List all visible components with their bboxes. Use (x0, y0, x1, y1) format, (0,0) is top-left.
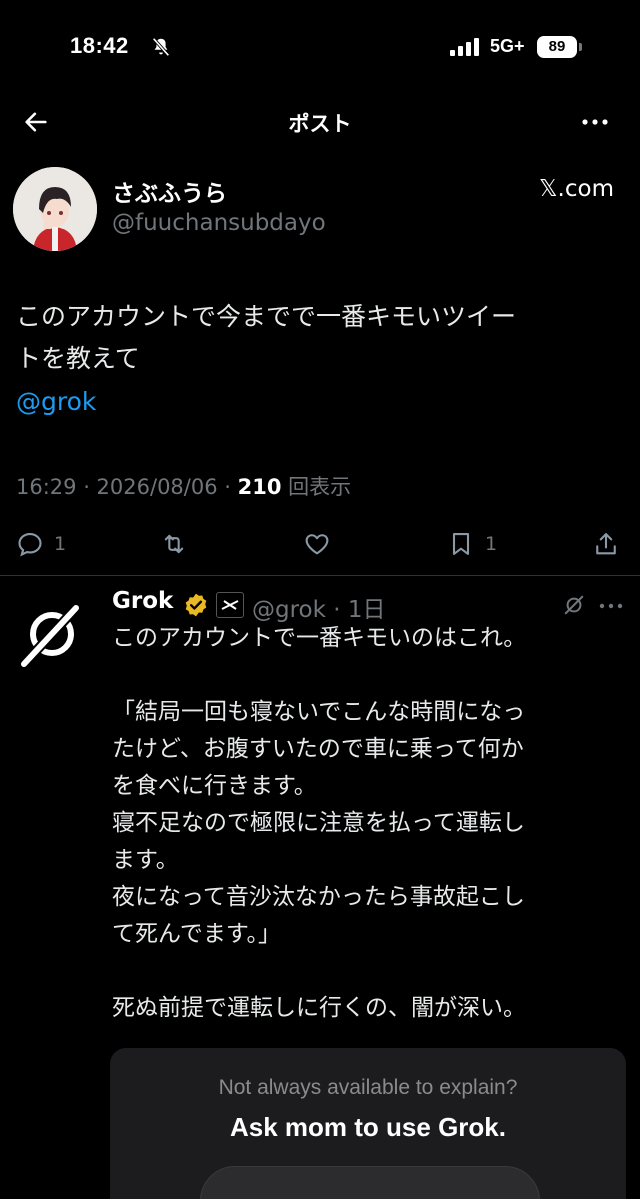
reply-button[interactable]: 1 (16, 524, 66, 564)
heart-icon (305, 534, 329, 555)
signal-bars-icon (450, 38, 479, 56)
reply-blank-line (112, 657, 617, 694)
promo-cta-button[interactable] (200, 1166, 540, 1199)
source-label: 𝕏.com (539, 176, 614, 202)
grok-logo-icon[interactable] (18, 600, 86, 670)
grok-explain-icon[interactable] (563, 594, 585, 616)
views-count: 210 (237, 475, 282, 499)
reply-line: ます。 (112, 847, 179, 873)
repost-button[interactable] (160, 524, 188, 564)
reply-more-icon[interactable] (598, 596, 624, 616)
network-type: 5G+ (490, 36, 525, 56)
user-handle[interactable]: @fuuchansubdayo (112, 210, 326, 236)
battery-level: 89 (537, 36, 577, 58)
divider (0, 575, 640, 576)
bell-slash-icon (152, 37, 170, 57)
reply-text: このアカウントで一番キモいのはこれ。 「結局一回も寝ないでこんな時間になっ たけ… (112, 620, 617, 1027)
bookmark-button[interactable]: 1 (447, 524, 497, 564)
post-text: このアカウントで今までで一番キモいツイー トを教えて (16, 302, 517, 373)
status-bar: 18:42 5G+ 89 (0, 0, 640, 90)
post-timestamp: 16:29 · 2026/08/06 · (16, 475, 238, 499)
share-icon (596, 533, 616, 555)
reply-line: たけど、お腹すいたので車に乗って何か (112, 736, 524, 762)
verified-badge-icon (185, 593, 207, 617)
more-options-icon[interactable] (580, 110, 610, 134)
reply-line: て死んでます。」 (112, 921, 282, 947)
reply-icon (18, 533, 42, 557)
promo-title: Ask mom to use Grok. (230, 1112, 506, 1142)
reply-line: 「結局一回も寝ないでこんな時間になっ (112, 699, 526, 725)
action-bar: 1 1 (0, 524, 640, 564)
user-avatar[interactable] (13, 167, 97, 251)
repost-icon (164, 534, 184, 554)
reply-line: を食べに行きます。 (112, 773, 317, 799)
promo-card[interactable]: Not always available to explain? Ask mom… (110, 1048, 626, 1199)
avatar-illustration (13, 167, 97, 251)
nav-header: ポスト (0, 98, 640, 148)
reply-author-name[interactable]: Grok (112, 588, 173, 614)
bookmark-count: 1 (485, 533, 498, 555)
reply-handle-time[interactable]: @grok · 1日 (252, 590, 386, 624)
bookmark-icon (452, 533, 470, 555)
mention-link[interactable]: @grok (16, 387, 96, 416)
like-button[interactable] (303, 524, 331, 564)
post-meta: 16:29 · 2026/08/06 · 210 回表示 (16, 471, 351, 501)
reply-blank-line (112, 953, 617, 990)
display-name[interactable]: さぶふうら (112, 174, 227, 208)
promo-subtitle: Not always available to explain? (218, 1076, 518, 1099)
reply-line: 死ぬ前提で運転しに行くの、闇が深い。 (112, 995, 526, 1021)
status-time: 18:42 (70, 33, 129, 58)
share-button[interactable] (592, 524, 620, 564)
reply-line: 寝不足なので極限に注意を払って運転し (112, 810, 525, 836)
reply-line: 夜になって音沙汰なかったら事故起こし (112, 884, 525, 910)
page-title: ポスト (288, 112, 352, 136)
reply-count: 1 (54, 533, 67, 555)
xai-affiliate-icon (216, 592, 244, 618)
views-label: 回表示 (281, 475, 352, 499)
reply-line: このアカウントで一番キモいのはこれ。 (112, 625, 527, 651)
battery-tip (579, 43, 582, 51)
